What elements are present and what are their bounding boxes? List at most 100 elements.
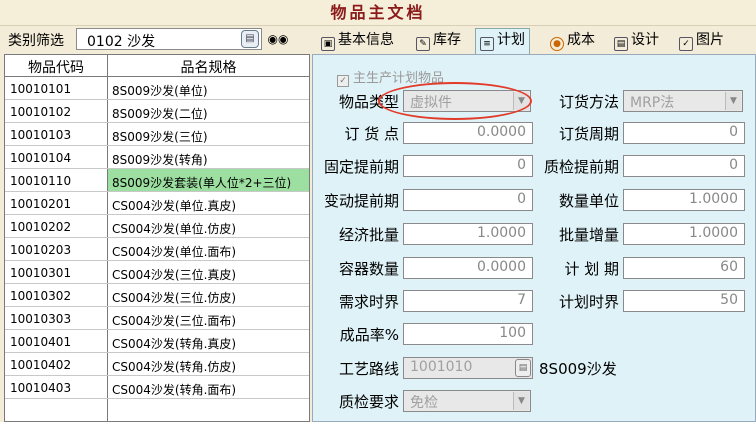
- item-code: 10010202: [10, 220, 72, 234]
- inventory-icon: ✎: [416, 37, 430, 51]
- yield-rate-label: 成品率%: [339, 326, 399, 344]
- table-row[interactable]: 10010104 8S009沙发(转角): [5, 146, 309, 169]
- plan-period-label: 计 划 期: [564, 260, 619, 278]
- table-row[interactable]: 10010202 CS004沙发(单位.仿皮): [5, 215, 309, 238]
- table-row[interactable]: 10010201 CS004沙发(单位.真皮): [5, 192, 309, 215]
- table-row[interactable]: 10010103 8S009沙发(三位): [5, 123, 309, 146]
- tab-inventory[interactable]: ✎ 库存: [411, 28, 466, 52]
- item-name: CS004沙发(单位.真皮): [112, 199, 237, 213]
- item-code: 10010203: [10, 243, 72, 257]
- qc-req-label: 质检要求: [338, 393, 399, 411]
- table-row[interactable]: 10010401 CS004沙发(转角.真皮): [5, 330, 309, 353]
- order-cycle-field[interactable]: 0: [623, 122, 745, 144]
- header-item-name[interactable]: 品名规格: [108, 57, 309, 77]
- item-name: CS004沙发(转角.真皮): [112, 337, 237, 351]
- item-name: CS004沙发(单位.面布): [112, 245, 237, 259]
- item-code: 10010403: [10, 381, 72, 395]
- filter-bar: 类别筛选 0102 沙发 ▤ ◉◉: [0, 26, 310, 52]
- qty-unit-field[interactable]: 1.0000: [623, 189, 745, 211]
- demand-fence-label: 需求时界: [338, 293, 399, 311]
- item-type-select[interactable]: 虚拟件 ▼: [403, 90, 531, 112]
- batch-inc-field[interactable]: 1.0000: [623, 223, 745, 245]
- table-row[interactable]: 10010102 8S009沙发(二位): [5, 100, 309, 123]
- table-row[interactable]: 10010402 CS004沙发(转角.仿皮): [5, 353, 309, 376]
- plan-period-field[interactable]: 60: [623, 257, 745, 279]
- table-row[interactable]: 10010203 CS004沙发(单位.面布): [5, 238, 309, 261]
- tab-picture[interactable]: ✓ 图片: [674, 28, 729, 52]
- qc-lead-label: 质检提前期: [543, 158, 619, 176]
- demand-fence-field[interactable]: 7: [403, 290, 533, 312]
- design-icon: ▤: [614, 37, 628, 51]
- item-code: 10010102: [10, 105, 72, 119]
- cost-icon: ●: [550, 37, 564, 51]
- item-code: 10010110: [10, 174, 72, 188]
- tab-plan[interactable]: ≡ 计划: [475, 28, 530, 55]
- order-method-label: 订货方法: [558, 93, 619, 111]
- item-name: CS004沙发(单位.仿皮): [112, 222, 237, 236]
- tab-bar: ▣ 基本信息 ✎ 库存 ≡ 计划 ● 成本 ▤ 设计 ✓ 图片: [312, 26, 756, 55]
- order-point-label: 订 货 点: [344, 125, 399, 143]
- checkbox-check-icon: ✓: [337, 75, 349, 87]
- table-row[interactable]: 10010403 CS004沙发(转角.面布): [5, 376, 309, 399]
- chevron-down-icon: ▼: [513, 392, 529, 410]
- route-label: 工艺路线: [338, 360, 399, 378]
- order-method-select[interactable]: MRP法 ▼: [623, 90, 743, 112]
- filter-label: 类别筛选: [8, 33, 64, 49]
- fixed-lead-label: 固定提前期: [323, 158, 399, 176]
- eco-batch-field[interactable]: 1.0000: [403, 223, 533, 245]
- route-desc: 8S009沙发: [539, 360, 617, 378]
- qc-req-select[interactable]: 免检 ▼: [403, 390, 531, 412]
- order-point-field[interactable]: 0.0000: [403, 122, 533, 144]
- table-row-selected[interactable]: 10010110 8S009沙发套装(单人位*2+三位): [5, 169, 309, 192]
- table-row[interactable]: 10010101 8S009沙发(单位): [5, 77, 309, 100]
- main-plan-checkbox[interactable]: ✓ 主生产计划物品: [337, 67, 444, 87]
- eco-batch-label: 经济批量: [338, 226, 399, 244]
- picture-icon: ✓: [679, 37, 693, 51]
- item-code: 10010302: [10, 289, 72, 303]
- fixed-lead-field[interactable]: 0: [403, 155, 533, 177]
- var-lead-field[interactable]: 0: [403, 189, 533, 211]
- plan-fence-field[interactable]: 50: [623, 290, 745, 312]
- qc-lead-field[interactable]: 0: [623, 155, 745, 177]
- item-name: 8S009沙发(单位): [112, 84, 208, 98]
- info-icon: ▣: [321, 37, 335, 51]
- var-lead-label: 变动提前期: [323, 192, 399, 210]
- database-pick-icon[interactable]: ▤: [241, 30, 259, 48]
- header-item-code[interactable]: 物品代码: [5, 57, 107, 77]
- table-row[interactable]: 10010303 CS004沙发(三位.面布): [5, 307, 309, 330]
- category-filter-input[interactable]: 0102 沙发: [76, 28, 262, 50]
- chevron-down-icon: ▼: [725, 92, 741, 110]
- container-qty-label: 容器数量: [338, 260, 399, 278]
- table-row[interactable]: 10010302 CS004沙发(三位.仿皮): [5, 284, 309, 307]
- item-name: 8S009沙发(转角): [112, 153, 208, 167]
- tab-cost[interactable]: ● 成本: [545, 28, 600, 52]
- qty-unit-label: 数量单位: [558, 192, 619, 210]
- item-code: 10010303: [10, 312, 72, 326]
- batch-inc-label: 批量增量: [558, 226, 619, 244]
- window-title: 物品主文档: [330, 3, 426, 22]
- item-type-label: 物品类型: [338, 93, 399, 111]
- item-name: 8S009沙发(二位): [112, 107, 208, 121]
- window-title-bar: 物品主文档: [0, 0, 756, 26]
- tab-basic-info[interactable]: ▣ 基本信息: [316, 28, 399, 52]
- yield-rate-field[interactable]: 100: [403, 323, 533, 345]
- item-code: 10010104: [10, 151, 72, 165]
- item-code: 10010103: [10, 128, 72, 142]
- route-field[interactable]: 1001010 ▤: [403, 357, 533, 379]
- plan-icon: ≡: [480, 37, 494, 51]
- item-code: 10010301: [10, 266, 72, 280]
- item-name: 8S009沙发(三位): [112, 130, 208, 144]
- item-name: CS004沙发(三位.真皮): [112, 268, 237, 282]
- plan-panel: ✓ 主生产计划物品 物品类型 虚拟件 ▼ 订货方法 MRP法 ▼ 订 货 点 0.00…: [312, 54, 756, 422]
- item-code: 10010101: [10, 82, 72, 96]
- route-lookup-icon[interactable]: ▤: [515, 359, 531, 377]
- binoculars-icon[interactable]: ◉◉: [266, 28, 290, 50]
- container-qty-field[interactable]: 0.0000: [403, 257, 533, 279]
- list-header: 物品代码 品名规格: [5, 55, 309, 77]
- item-name: CS004沙发(转角.面布): [112, 383, 237, 397]
- order-cycle-label: 订货周期: [558, 125, 619, 143]
- table-row[interactable]: 10010301 CS004沙发(三位.真皮): [5, 261, 309, 284]
- tab-design[interactable]: ▤ 设计: [609, 28, 664, 52]
- chevron-down-icon: ▼: [513, 92, 529, 110]
- item-list: 物品代码 品名规格 10010101 8S009沙发(单位) 10010102 8S…: [4, 54, 310, 422]
